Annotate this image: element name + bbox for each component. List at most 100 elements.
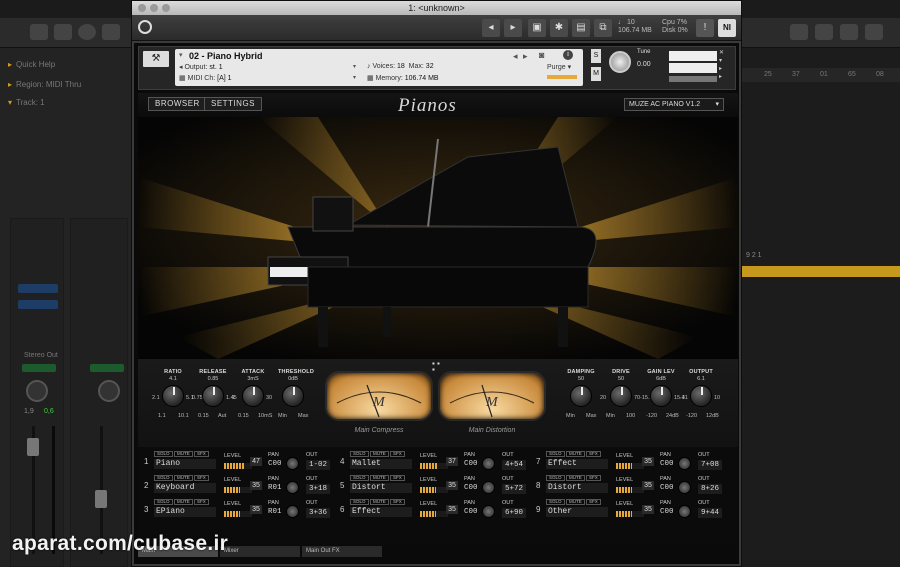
volume-fader[interactable] — [95, 490, 107, 508]
level-bar[interactable] — [420, 487, 448, 493]
sfx-button[interactable]: SFX — [194, 499, 209, 505]
solo-button[interactable]: S — [591, 49, 601, 63]
out-value[interactable]: 9+44 — [698, 508, 722, 518]
settings-button[interactable]: SETTINGS — [204, 97, 263, 111]
midi-dropdown-icon[interactable]: ▾ — [353, 74, 356, 81]
out-value[interactable]: 1-02 — [306, 460, 330, 470]
warning-icon[interactable]: ! — [696, 19, 714, 37]
daw-button[interactable] — [30, 24, 48, 40]
mute-button[interactable]: MUTE — [370, 475, 389, 481]
mute-button[interactable]: MUTE — [566, 499, 585, 505]
rotary-knob[interactable] — [282, 385, 304, 407]
channel-name[interactable]: Effect — [546, 459, 608, 469]
pan-knob[interactable] — [482, 481, 495, 494]
resize-icon[interactable]: ⧉ — [594, 19, 612, 37]
solo-button[interactable]: SOLO — [546, 451, 565, 457]
daw-button[interactable] — [54, 24, 72, 40]
solo-button[interactable]: SOLO — [154, 475, 173, 481]
sfx-button[interactable]: SFX — [586, 451, 601, 457]
output-dropdown-icon[interactable]: ▾ — [353, 63, 356, 70]
level-bar[interactable] — [616, 511, 644, 517]
pan-knob[interactable] — [98, 380, 120, 402]
level-bar[interactable] — [420, 511, 448, 517]
pan-knob[interactable] — [26, 380, 48, 402]
instrument-name[interactable]: 02 - Piano Hybrid — [189, 51, 263, 61]
channel-name[interactable]: Piano — [154, 459, 216, 469]
mute-button[interactable]: MUTE — [370, 499, 389, 505]
daw-help-button[interactable] — [78, 24, 96, 40]
mute-button[interactable]: MUTE — [174, 451, 193, 457]
rotary-knob[interactable] — [570, 385, 592, 407]
minimize-window-button[interactable] — [150, 4, 158, 12]
wrench-icon[interactable]: ⚒ — [143, 51, 169, 67]
channel-name[interactable]: Keyboard — [154, 483, 216, 493]
channel-name[interactable]: EPiano — [154, 507, 216, 517]
mute-button[interactable]: MUTE — [566, 451, 585, 457]
pan-slider[interactable] — [669, 76, 717, 82]
rack-side-buttons[interactable]: ✕ ▾ ▸ ▸ — [719, 49, 724, 81]
purge-button[interactable]: Purge ▾ — [547, 63, 571, 71]
pan-knob[interactable] — [482, 457, 495, 470]
daw-button[interactable] — [102, 24, 120, 40]
volume-fader[interactable] — [27, 438, 39, 456]
mute-button[interactable]: MUTE — [370, 451, 389, 457]
channel-name[interactable]: Distort — [546, 483, 608, 493]
collapse-triangle-icon[interactable]: ▾ — [179, 51, 183, 59]
solo-button[interactable]: SOLO — [546, 475, 565, 481]
sfx-button[interactable]: SFX — [390, 451, 405, 457]
sfx-button[interactable]: SFX — [390, 475, 405, 481]
daw-button[interactable] — [790, 24, 808, 40]
automation-read[interactable] — [22, 364, 56, 372]
zoom-window-button[interactable] — [162, 4, 170, 12]
info-icon[interactable]: i — [563, 50, 573, 60]
gear-icon[interactable]: ✱ — [550, 19, 568, 37]
midi-channel-field[interactable]: ▦ MIDI Ch: [A] 1 — [179, 74, 232, 82]
automation-read[interactable] — [90, 364, 124, 372]
inspector-region[interactable]: ▸ Region: MIDI Thru — [8, 80, 81, 89]
sfx-button[interactable]: SFX — [194, 475, 209, 481]
daw-button[interactable] — [865, 24, 883, 40]
out-value[interactable]: 7+08 — [698, 460, 722, 470]
solo-button[interactable]: SOLO — [546, 499, 565, 505]
pan-knob[interactable] — [678, 457, 691, 470]
channel-name[interactable]: Distort — [350, 483, 412, 493]
out-value[interactable]: 4+54 — [502, 460, 526, 470]
midi-region[interactable] — [742, 266, 900, 277]
out-value[interactable]: 8+26 — [698, 484, 722, 494]
tune-knob[interactable] — [609, 51, 631, 73]
level-bar[interactable] — [420, 463, 448, 469]
browser-button[interactable]: BROWSER — [148, 97, 207, 111]
rotary-knob[interactable] — [202, 385, 224, 407]
level-bar[interactable] — [616, 487, 644, 493]
sfx-button[interactable]: SFX — [194, 451, 209, 457]
insert-slot[interactable] — [18, 300, 58, 309]
channel-name[interactable]: Effect — [350, 507, 412, 517]
solo-button[interactable]: SOLO — [154, 499, 173, 505]
out-value[interactable]: 5+72 — [502, 484, 526, 494]
daw-button[interactable] — [840, 24, 858, 40]
tab-mixer[interactable]: Mixer — [220, 546, 300, 557]
level-bar[interactable] — [224, 511, 252, 517]
out-value[interactable]: 6+90 — [502, 508, 526, 518]
mute-button[interactable]: MUTE — [174, 499, 193, 505]
rotary-knob[interactable] — [610, 385, 632, 407]
mute-button[interactable]: MUTE — [174, 475, 193, 481]
max-voices[interactable]: 32 — [426, 63, 434, 70]
sfx-button[interactable]: SFX — [586, 499, 601, 505]
sfx-button[interactable]: SFX — [390, 499, 405, 505]
camera-icon[interactable]: ◙ — [539, 50, 544, 60]
pan-knob[interactable] — [678, 481, 691, 494]
rack-view-icon[interactable]: ▤ — [572, 19, 590, 37]
output-field[interactable]: ◂ Output: st. 1 — [179, 63, 223, 71]
channel-name[interactable]: Other — [546, 507, 608, 517]
pan-knob[interactable] — [286, 457, 299, 470]
preset-dropdown[interactable]: MUZE AC PIANO V1.2 ▾ — [624, 98, 724, 111]
inspector-track[interactable]: ▾ Track: 1 — [8, 98, 45, 107]
solo-button[interactable]: SOLO — [350, 499, 369, 505]
next-instrument-icon[interactable]: ▸ — [523, 51, 528, 62]
close-window-button[interactable] — [138, 4, 146, 12]
title-bar[interactable]: 1: <unknown> — [132, 1, 741, 15]
sfx-button[interactable]: SFX — [586, 475, 601, 481]
rotary-knob[interactable] — [162, 385, 184, 407]
daw-button[interactable] — [815, 24, 833, 40]
